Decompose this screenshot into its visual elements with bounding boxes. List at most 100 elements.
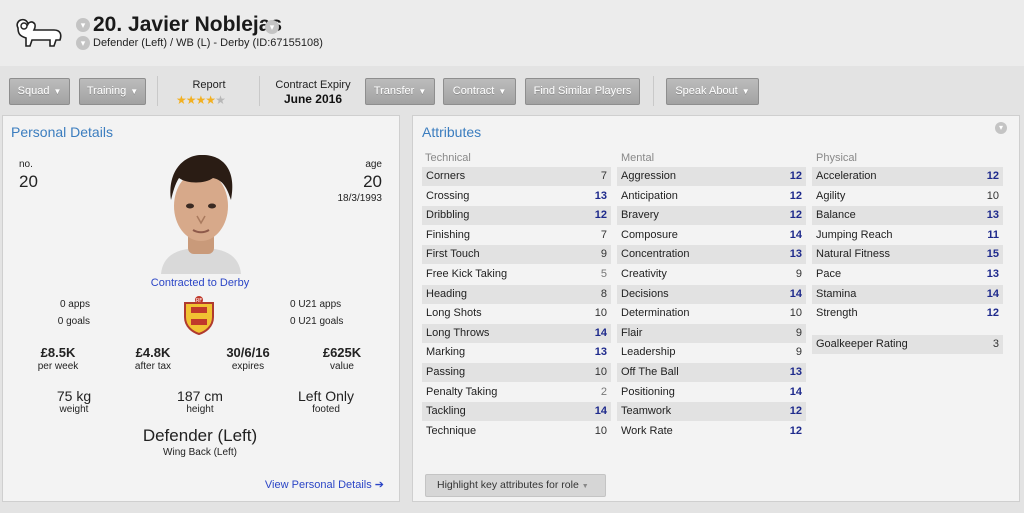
attribute-row-dribbling[interactable]: Dribbling 12	[422, 206, 611, 226]
attribute-value: 12	[789, 170, 802, 182]
attribute-row-creativity[interactable]: Creativity 9	[617, 265, 806, 284]
attribute-value: 13	[594, 346, 607, 359]
attribute-row-finishing[interactable]: Finishing 7	[422, 226, 611, 245]
attribute-row-penalty-taking[interactable]: Penalty Taking 2	[422, 383, 611, 402]
attributes-options-icon[interactable]: ▾	[995, 122, 1007, 134]
view-personal-details-link[interactable]: View Personal Details ➔	[240, 478, 384, 491]
attribute-value: 13	[986, 209, 999, 222]
player-photo	[161, 154, 241, 274]
highlight-key-attributes-button[interactable]: Highlight key attributes for role ▼	[425, 474, 606, 497]
height-label: height	[186, 404, 214, 415]
attribute-row-agility[interactable]: Agility 10	[812, 187, 1003, 206]
player-value: £625K	[322, 345, 362, 360]
attribute-row-corners[interactable]: Corners 7	[422, 167, 611, 186]
attribute-row-teamwork[interactable]: Teamwork 12	[617, 402, 806, 422]
personal-details-title: Personal Details	[11, 124, 113, 140]
attribute-row-tackling[interactable]: Tackling 14	[422, 402, 611, 422]
attribute-row-passing[interactable]: Passing 10	[422, 363, 611, 382]
attribute-row-decisions[interactable]: Decisions 14	[617, 284, 806, 304]
attribute-row-flair[interactable]: Flair 9	[617, 323, 806, 343]
attribute-value: 14	[594, 405, 607, 418]
date-of-birth: 18/3/1993	[337, 193, 383, 204]
attribute-row-anticipation[interactable]: Anticipation 12	[617, 187, 806, 206]
squad-button[interactable]: Squad ▼	[9, 78, 70, 105]
attribute-row-concentration[interactable]: Concentration 13	[617, 245, 806, 265]
attribute-row-long-throws[interactable]: Long Throws 14	[422, 323, 611, 343]
attribute-row-aggression[interactable]: Aggression 12	[617, 167, 806, 186]
attribute-name: Passing	[426, 366, 466, 378]
contracted-to-link[interactable]: Contracted to Derby	[120, 277, 280, 289]
role-subtitle: Wing Back (Left)	[163, 447, 237, 458]
attribute-row-acceleration[interactable]: Acceleration 12	[812, 167, 1003, 186]
attribute-row-composure[interactable]: Composure 14	[617, 226, 806, 245]
attribute-name: Stamina	[816, 287, 857, 300]
attribute-name: Marking	[426, 346, 466, 359]
attribute-value: 10	[986, 189, 999, 202]
attribute-value: 13	[594, 189, 607, 202]
report-stars[interactable]: ★★★★★	[176, 93, 226, 107]
attribute-value: 15	[986, 248, 999, 261]
position-title: Defender (Left)	[142, 426, 258, 445]
attribute-name: Creativity	[621, 268, 667, 280]
technical-heading: Technical	[425, 152, 471, 164]
attribute-value: 12	[986, 307, 999, 320]
attribute-row-positioning[interactable]: Positioning 14	[617, 383, 806, 402]
attribute-value: 2	[600, 385, 607, 398]
contract-expiry-value: June 2016	[283, 92, 343, 106]
attribute-name: Jumping Reach	[816, 228, 893, 241]
player-subtitle: Defender (Left) / WB (L) - Derby (ID:671…	[93, 37, 323, 49]
attribute-name: Concentration	[621, 248, 690, 261]
player-menu-icon[interactable]: ▾	[76, 18, 90, 32]
star-empty-icon: ★	[215, 93, 226, 107]
name-dropdown-icon[interactable]: ▾	[265, 20, 279, 34]
attribute-name: Goalkeeper Rating	[816, 338, 908, 350]
attribute-row-strength[interactable]: Strength 12	[812, 304, 1003, 323]
star-icon: ★	[176, 93, 187, 107]
preferred-foot-label: footed	[312, 404, 340, 415]
find-similar-players-button[interactable]: Find Similar Players	[525, 78, 640, 105]
attribute-row-off-the-ball[interactable]: Off The Ball 13	[617, 363, 806, 382]
attribute-name: Strength	[816, 307, 858, 320]
goalkeeper-rating-row[interactable]: Goalkeeper Rating 3	[812, 335, 1003, 354]
attribute-row-pace[interactable]: Pace 13	[812, 265, 1003, 284]
attribute-name: Finishing	[426, 228, 471, 241]
attribute-row-jumping-reach[interactable]: Jumping Reach 11	[812, 226, 1003, 245]
attribute-value: 12	[594, 209, 607, 222]
attribute-value: 13	[789, 248, 802, 261]
attribute-row-heading[interactable]: Heading 8	[422, 284, 611, 304]
attribute-name: Decisions	[621, 287, 669, 300]
speak-about-button[interactable]: Speak About ▼	[666, 78, 759, 105]
attribute-name: Anticipation	[621, 189, 678, 202]
training-button[interactable]: Training ▼	[79, 78, 146, 105]
attribute-name: Balance	[816, 209, 856, 222]
attribute-row-technique[interactable]: Technique 10	[422, 422, 611, 441]
attribute-name: Pace	[816, 268, 842, 280]
attribute-row-work-rate[interactable]: Work Rate 12	[617, 422, 806, 441]
player-value-label: value	[330, 361, 354, 372]
attribute-name: Crossing	[426, 189, 470, 202]
contract-button[interactable]: Contract ▼	[443, 78, 516, 105]
attribute-row-determination[interactable]: Determination 10	[617, 304, 806, 323]
attribute-name: Bravery	[621, 209, 659, 222]
club-logo-ram-icon	[16, 18, 62, 47]
attribute-row-long-shots[interactable]: Long Shots 10	[422, 304, 611, 323]
attribute-row-balance[interactable]: Balance 13	[812, 206, 1003, 226]
attribute-name: Teamwork	[621, 405, 672, 418]
attribute-row-leadership[interactable]: Leadership 9	[617, 343, 806, 362]
attribute-value: 12	[986, 170, 999, 182]
player-options-icon[interactable]: ▾	[76, 36, 90, 50]
transfer-button[interactable]: Transfer ▼	[365, 78, 435, 105]
u21-goals-count: 0 U21 goals	[290, 316, 344, 327]
attribute-name: Agility	[816, 189, 846, 202]
attribute-row-natural-fitness[interactable]: Natural Fitness 15	[812, 245, 1003, 265]
attribute-value: 14	[594, 326, 607, 339]
attribute-row-crossing[interactable]: Crossing 13	[422, 187, 611, 206]
mental-heading: Mental	[621, 152, 655, 164]
attribute-row-stamina[interactable]: Stamina 14	[812, 284, 1003, 304]
attribute-row-first-touch[interactable]: First Touch 9	[422, 245, 611, 265]
attribute-row-bravery[interactable]: Bravery 12	[617, 206, 806, 226]
attribute-row-free-kick-taking[interactable]: Free Kick Taking 5	[422, 265, 611, 284]
player-header: ▾ ▾ 20. Javier Noblejas ▾ Defender (Left…	[0, 0, 1024, 66]
attribute-row-marking[interactable]: Marking 13	[422, 343, 611, 362]
attribute-value: 9	[795, 346, 802, 359]
